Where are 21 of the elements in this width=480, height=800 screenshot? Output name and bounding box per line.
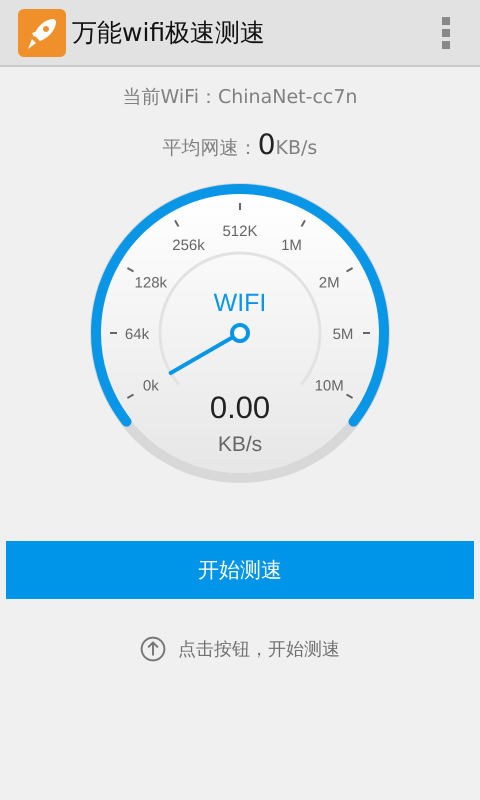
scale-label: 512K	[222, 223, 258, 240]
rocket-icon	[18, 8, 66, 56]
scale-label: 64k	[124, 326, 150, 343]
scale-label: 256k	[172, 236, 205, 254]
scale-label: 5M	[332, 326, 354, 343]
scale-label: 1M	[281, 236, 302, 254]
app-title: 万能wifi极速测速	[72, 17, 266, 49]
speed-unit: KB/s	[218, 433, 262, 456]
scale-label: 0k	[142, 378, 159, 394]
menu-icon[interactable]	[442, 16, 450, 48]
gauge-title: WIFI	[214, 289, 266, 317]
speed-reading: 0.00	[210, 390, 270, 425]
average-speed-label: 平均网速：	[162, 136, 258, 161]
wifi-name: 当前WiFi：ChinaNet-cc7n	[122, 85, 358, 110]
average-speed-value: 0	[258, 128, 276, 161]
scale-label: 10M	[314, 378, 344, 394]
scale-label: 128k	[134, 274, 168, 292]
average-speed-unit: KB/s	[276, 137, 318, 159]
scale-label: 2M	[318, 274, 340, 292]
hint-text: 点击按钮，开始测速	[178, 638, 340, 661]
start-test-button[interactable]: 开始测速	[6, 541, 474, 599]
